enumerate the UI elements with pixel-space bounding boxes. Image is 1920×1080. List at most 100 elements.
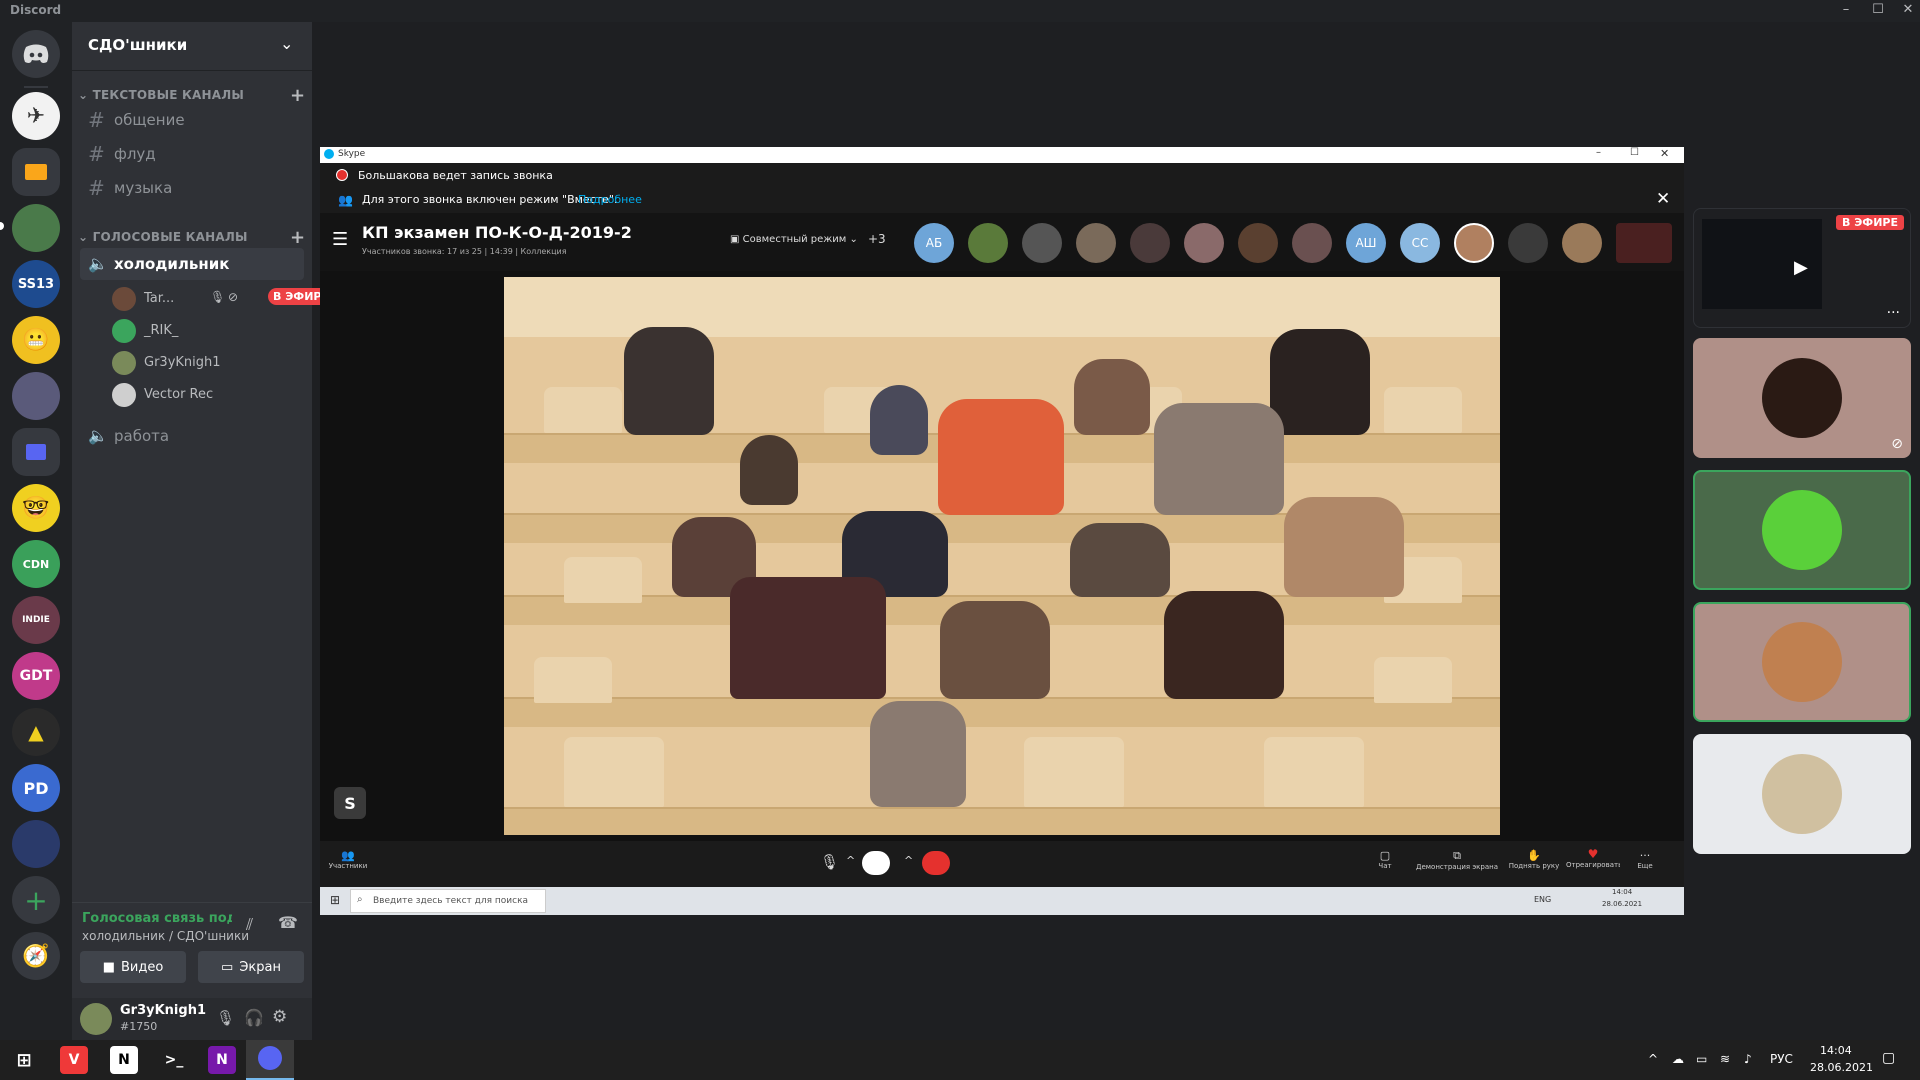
category-voice[interactable]: ⌄ ГОЛОСОВЫЕ КАНАЛЫ +: [78, 227, 305, 248]
more-button[interactable]: ··· Еще: [1628, 849, 1662, 870]
end-call-button[interactable]: [922, 851, 950, 875]
server-indie-tales[interactable]: INDIE: [12, 596, 60, 644]
voice-user[interactable]: Gr3yKnigh1: [112, 348, 312, 376]
minimize-icon[interactable]: –: [1836, 2, 1856, 17]
maximize-icon[interactable]: ☐: [1630, 147, 1639, 158]
voice-channel-fridge[interactable]: 🔈 холодильник: [80, 248, 304, 280]
menu-icon[interactable]: ☰: [332, 229, 348, 250]
self-view-badge[interactable]: S: [334, 787, 366, 819]
channel-flood[interactable]: # флуд: [80, 138, 304, 170]
server-cdn[interactable]: CDN: [12, 540, 60, 588]
terminal-icon[interactable]: >_: [160, 1046, 188, 1074]
server-emoji[interactable]: 🤓: [12, 484, 60, 532]
guild-header[interactable]: СДО'шники ⌄: [72, 22, 312, 71]
participant-avatar[interactable]: [1076, 223, 1116, 263]
video-tile[interactable]: [1693, 470, 1911, 590]
video-button[interactable]: ■ Видео: [80, 951, 186, 983]
participant-avatar[interactable]: [1454, 223, 1494, 263]
participants-button[interactable]: 👥 Участники: [326, 849, 370, 870]
minimize-icon[interactable]: –: [1596, 147, 1601, 158]
notifications-icon[interactable]: ▢: [1882, 1050, 1895, 1066]
windows-icon[interactable]: ⊞: [330, 893, 340, 907]
voice-channel-work[interactable]: 🔈 работа: [80, 420, 304, 452]
more-icon[interactable]: ···: [1887, 305, 1900, 321]
participant-avatar[interactable]: [968, 223, 1008, 263]
close-icon[interactable]: ✕: [1660, 147, 1669, 160]
headphones-icon[interactable]: 🎧: [244, 1008, 264, 1027]
server-paper-plane[interactable]: ✈: [12, 92, 60, 140]
explore-servers-icon[interactable]: 🧭: [12, 932, 60, 980]
close-icon[interactable]: ✕: [1656, 189, 1670, 209]
react-button[interactable]: ♥ Отреагировать: [1566, 847, 1620, 869]
screen-share-button[interactable]: ⧉ Демонстрация экрана: [1412, 849, 1502, 871]
participant-avatar[interactable]: [1508, 223, 1548, 263]
camera-toggle-button[interactable]: [862, 851, 890, 875]
cloud-icon[interactable]: ☁: [1672, 1052, 1684, 1066]
onenote-icon[interactable]: N: [208, 1046, 236, 1074]
server-emoji[interactable]: 😬: [12, 316, 60, 364]
category-text[interactable]: ⌄ ТЕКСТОВЫЕ КАНАЛЫ +: [78, 85, 305, 106]
video-tile[interactable]: [1693, 734, 1911, 854]
add-channel-icon[interactable]: +: [290, 227, 305, 248]
participant-avatar[interactable]: АШ: [1346, 223, 1386, 263]
chat-button[interactable]: ▢ Чат: [1370, 849, 1400, 870]
chevron-up-icon[interactable]: ^: [1648, 1052, 1658, 1066]
participant-avatar[interactable]: [1292, 223, 1332, 263]
wifi-icon[interactable]: ≋: [1720, 1052, 1730, 1066]
chevron-up-icon[interactable]: ^: [846, 854, 855, 867]
gear-icon[interactable]: ⚙: [272, 1007, 287, 1027]
participant-avatar[interactable]: [1562, 223, 1602, 263]
mode-selector[interactable]: ▣ Совместный режим ⌄: [730, 234, 858, 245]
mic-muted-icon[interactable]: 🎙: [820, 853, 839, 871]
battery-icon[interactable]: ▭: [1696, 1052, 1707, 1066]
add-participants[interactable]: +3: [868, 232, 886, 246]
server-gdt[interactable]: GDT: [12, 652, 60, 700]
language-indicator[interactable]: РУС: [1770, 1052, 1793, 1066]
add-server-button[interactable]: +: [12, 876, 60, 924]
home-button[interactable]: [12, 30, 60, 78]
channel-general[interactable]: # общение: [80, 104, 304, 136]
video-tile[interactable]: ⊘: [1693, 338, 1911, 458]
search-box[interactable]: ⌕ Введите здесь текст для поиска: [350, 889, 546, 913]
learn-more-link[interactable]: Подробнее: [578, 193, 642, 206]
channel-music[interactable]: # музыка: [80, 172, 304, 204]
chevron-down-icon[interactable]: ⌄: [280, 34, 293, 53]
stream-preview-tile[interactable]: В ЭФИРЕ ▶ ···: [1693, 208, 1911, 328]
server-item[interactable]: [12, 372, 60, 420]
participant-avatar[interactable]: [1022, 223, 1062, 263]
server-item[interactable]: ▲: [12, 708, 60, 756]
participant-avatar[interactable]: [1238, 223, 1278, 263]
participant-video-thumb[interactable]: [1616, 223, 1672, 263]
folder-icon[interactable]: [12, 148, 60, 196]
clock-date[interactable]: 28.06.2021: [1810, 1061, 1873, 1074]
server-item[interactable]: [12, 204, 60, 252]
participant-avatar[interactable]: [1184, 223, 1224, 263]
screen-share-button[interactable]: ▭ Экран: [198, 951, 304, 983]
notion-icon[interactable]: N: [110, 1046, 138, 1074]
discord-taskbar-active[interactable]: [246, 1040, 294, 1080]
server-item[interactable]: [12, 820, 60, 868]
clock-time[interactable]: 14:04: [1820, 1044, 1852, 1057]
server-pd[interactable]: PD: [12, 764, 60, 812]
vivaldi-icon[interactable]: V: [60, 1046, 88, 1074]
microphone-icon[interactable]: 🎙: [216, 1009, 235, 1027]
windows-start-icon[interactable]: ⊞: [10, 1046, 38, 1074]
video-tile[interactable]: [1693, 602, 1911, 722]
folder-icon[interactable]: [12, 428, 60, 476]
chevron-up-icon[interactable]: ^: [904, 854, 913, 867]
participant-avatar[interactable]: АБ: [914, 223, 954, 263]
maximize-icon[interactable]: ☐: [1868, 2, 1888, 17]
voice-user[interactable]: Tar... 🎙 ⊘ В ЭФИРЕ: [112, 284, 334, 312]
voice-location[interactable]: холодильник / СДО'шники: [82, 929, 249, 943]
voice-user[interactable]: Vector Rec: [112, 380, 312, 408]
server-ss13[interactable]: SS13: [12, 260, 60, 308]
volume-icon[interactable]: ♪: [1744, 1052, 1752, 1066]
disconnect-icon[interactable]: ☎: [278, 913, 298, 932]
add-channel-icon[interactable]: +: [290, 85, 305, 106]
raise-hand-button[interactable]: ✋ Поднять руку: [1506, 849, 1562, 870]
noise-suppression-icon[interactable]: ⫽: [246, 915, 253, 935]
participant-avatar[interactable]: [1130, 223, 1170, 263]
close-icon[interactable]: ✕: [1898, 2, 1918, 17]
avatar[interactable]: [80, 1003, 112, 1035]
participant-avatar[interactable]: СС: [1400, 223, 1440, 263]
